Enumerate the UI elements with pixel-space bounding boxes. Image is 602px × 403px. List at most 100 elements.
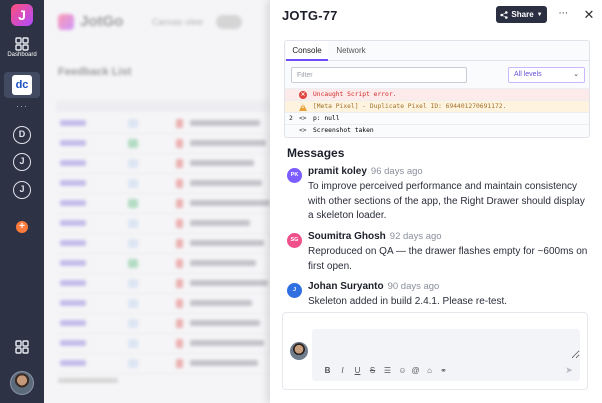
row-title	[190, 160, 254, 166]
filter-input[interactable]	[291, 67, 467, 83]
document-icon	[176, 139, 183, 148]
workspace-j-2[interactable]: J	[13, 181, 31, 199]
app-root: J Dashboard dc ··· D J J + JotGo Canvas …	[0, 0, 602, 403]
row-status	[128, 299, 138, 308]
document-icon	[176, 279, 183, 288]
close-button[interactable]: ✕	[581, 6, 597, 23]
canvas-view-toggle[interactable]	[216, 15, 242, 29]
row-title	[190, 140, 266, 146]
row-status	[128, 359, 138, 368]
chevron-down-icon: ⌄	[573, 71, 579, 78]
table-footer	[58, 378, 118, 383]
send-icon[interactable]: ➤	[563, 364, 575, 376]
table-row	[56, 354, 270, 374]
row-id	[60, 180, 86, 186]
apps-grid-icon	[15, 340, 29, 354]
message-author: pramit koley 96 days ago	[308, 166, 423, 177]
log-row-warning: ! [Meta Pixel] - Duplicate Pixel ID: 694…	[285, 100, 589, 112]
row-id	[60, 160, 86, 166]
current-user-avatar	[290, 342, 308, 360]
left-rail: J Dashboard dc ··· D J J +	[0, 0, 44, 403]
levels-value: All levels	[514, 71, 542, 78]
row-id	[60, 360, 86, 366]
message-body: Reproduced on QA — the drawer flashes em…	[308, 246, 588, 272]
row-status	[128, 259, 138, 268]
canvas-view-label: Canvas view	[152, 17, 204, 27]
code-icon[interactable]: ⌂	[424, 365, 435, 376]
log-row-error: × Uncaught Script error.	[285, 88, 589, 100]
row-id	[60, 300, 86, 306]
table-row	[56, 294, 270, 314]
row-status	[128, 219, 138, 228]
comment-input[interactable]	[312, 329, 580, 359]
user-avatar[interactable]	[10, 371, 34, 395]
document-icon	[176, 299, 183, 308]
bold-icon[interactable]: B	[322, 365, 333, 376]
row-title	[190, 300, 252, 306]
expand-code-icon[interactable]: <>	[299, 125, 307, 137]
row-id	[60, 140, 86, 146]
strikethrough-icon[interactable]: S	[367, 365, 378, 376]
document-icon	[176, 239, 183, 248]
composer-box: B I U S ☰ ☺ @ ⌂ ⚭ ➤	[312, 329, 580, 381]
dashboard-nav[interactable]: Dashboard	[0, 37, 44, 58]
messages-title: Messages	[287, 146, 345, 160]
workspace-j-1[interactable]: J	[13, 153, 31, 171]
workspace-dc[interactable]: dc	[12, 75, 32, 95]
row-id	[60, 260, 86, 266]
italic-icon[interactable]: I	[337, 365, 348, 376]
more-workspaces-icon[interactable]: ···	[0, 101, 44, 111]
author-avatar: SG	[287, 233, 302, 248]
document-icon	[176, 339, 183, 348]
row-title	[190, 280, 268, 286]
workspace-d[interactable]: D	[13, 126, 31, 144]
row-title	[190, 360, 258, 366]
levels-select[interactable]: All levels ⌄	[508, 67, 585, 83]
message-body: To improve perceived performance and mai…	[308, 181, 585, 221]
tab-console[interactable]: Console	[286, 41, 328, 61]
document-icon	[176, 159, 183, 168]
log-row: <> Screenshot taken	[285, 124, 589, 137]
row-id	[60, 120, 86, 126]
table-row	[56, 174, 270, 194]
row-status	[128, 119, 138, 128]
row-status	[128, 139, 138, 148]
author-name: Soumitra Ghosh	[308, 231, 386, 242]
mention-icon[interactable]: @	[410, 365, 421, 376]
log-text: Screenshot taken	[313, 127, 374, 134]
console-tabs: Console Network	[285, 41, 589, 61]
author-name: pramit koley	[308, 166, 367, 177]
link-icon[interactable]: ⚭	[438, 365, 449, 376]
chevron-down-icon: ▼	[536, 11, 543, 18]
drawer-title: JOTG-77	[282, 8, 338, 23]
list-icon[interactable]: ☰	[382, 365, 393, 376]
share-label: Share	[511, 10, 534, 19]
message-author: Johan Suryanto 90 days ago	[308, 281, 439, 292]
share-button[interactable]: Share ▼	[496, 6, 547, 23]
document-icon	[176, 219, 183, 228]
row-status	[128, 319, 138, 328]
row-status	[128, 279, 138, 288]
app-logo[interactable]: J	[11, 4, 33, 26]
table-row	[56, 194, 270, 214]
more-options-button[interactable]: ···	[555, 6, 571, 23]
table-row	[56, 214, 270, 234]
tab-network[interactable]: Network	[329, 41, 373, 61]
table-row	[56, 314, 270, 334]
log-row: 2 <> p: null	[285, 112, 589, 124]
warning-icon: !	[299, 103, 307, 111]
apps-nav[interactable]	[0, 340, 44, 354]
brand-logo	[58, 14, 74, 30]
table-row	[56, 254, 270, 274]
message-time: 90 days ago	[387, 281, 440, 292]
underline-icon[interactable]: U	[352, 365, 363, 376]
row-title	[190, 220, 250, 226]
row-status	[128, 179, 138, 188]
add-workspace-icon[interactable]: +	[16, 221, 28, 233]
emoji-icon[interactable]: ☺	[397, 365, 408, 376]
author-name: Johan Suryanto	[308, 281, 384, 292]
row-status	[128, 159, 138, 168]
row-title	[190, 240, 264, 246]
row-title	[190, 260, 256, 266]
row-status	[128, 239, 138, 248]
